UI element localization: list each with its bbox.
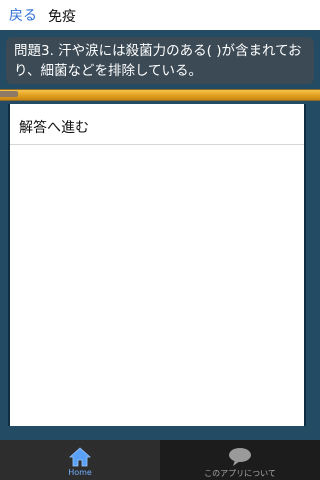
progress-bar <box>0 89 320 101</box>
tab-home[interactable]: Home <box>0 440 160 480</box>
tab-bar: Home このアプリについて <box>0 440 320 480</box>
go-to-answer-label: 解答へ進む <box>19 120 89 136</box>
content-panel: 解答へ進む <box>8 104 306 426</box>
back-button[interactable]: 戻る <box>9 5 37 25</box>
tab-about-label: このアプリについて <box>204 469 276 478</box>
page-title: 免疫 <box>48 9 76 25</box>
tab-home-label: Home <box>68 468 92 477</box>
question-box: 問題3. 汗や涙には殺菌力のある( )が含まれており、細菌などを排除している。 <box>6 37 314 84</box>
go-to-answer-button[interactable]: 解答へ進む <box>10 108 304 145</box>
tab-about-app[interactable]: このアプリについて <box>160 440 320 480</box>
top-bar: 戻る 免疫 <box>0 0 320 30</box>
question-text: 問題3. 汗や涙には殺菌力のある( )が含まれており、細菌などを排除している。 <box>14 43 302 79</box>
progress-bar-knob <box>0 91 18 97</box>
